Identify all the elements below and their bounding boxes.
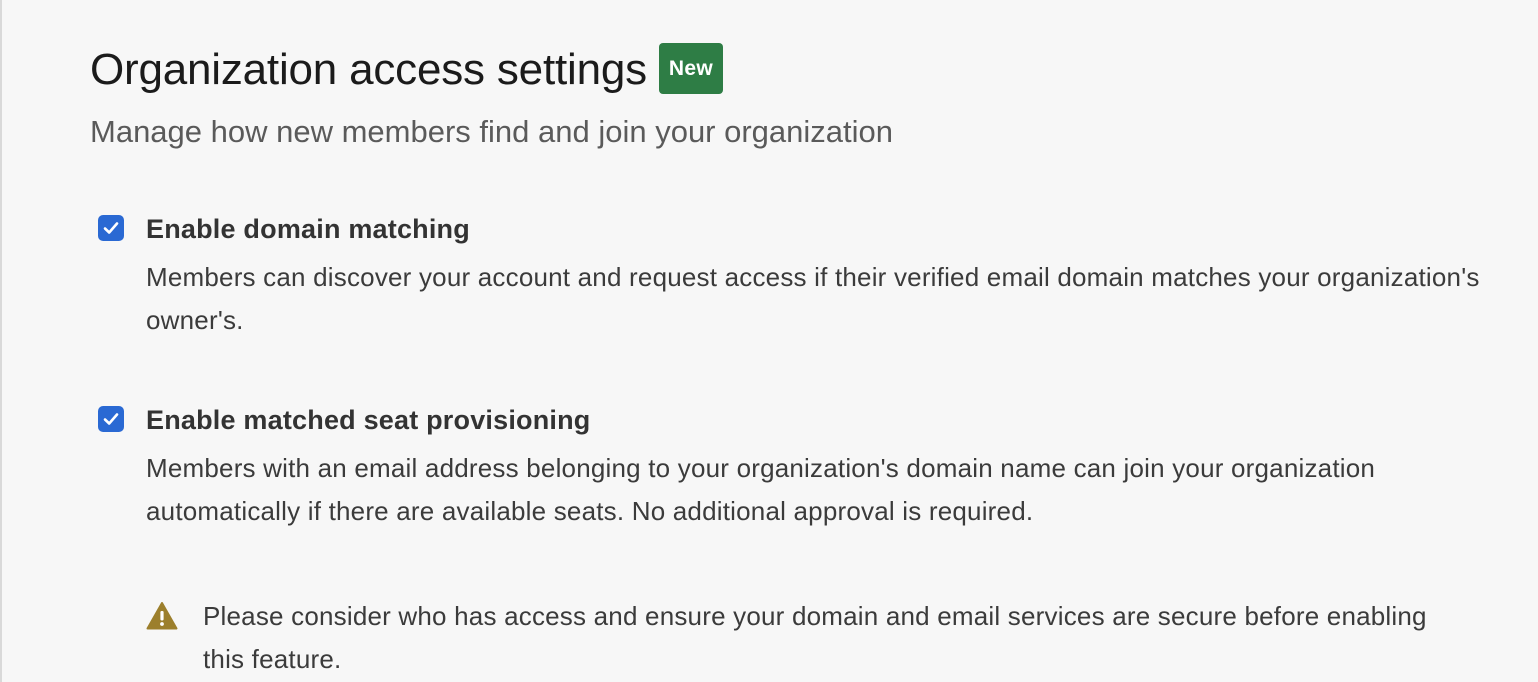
panel-left-border bbox=[0, 0, 2, 682]
seat-provisioning-description: Members with an email address belonging … bbox=[146, 453, 1376, 526]
org-access-settings-panel: Organization access settings New Manage … bbox=[90, 40, 1510, 674]
seat-provisioning-content: Enable matched seat provisioning Members… bbox=[146, 403, 1496, 533]
page-title: Organization access settings bbox=[90, 45, 647, 94]
checkmark-icon bbox=[103, 413, 119, 425]
warning-text: Please consider who has access and ensur… bbox=[203, 601, 1427, 674]
seat-provisioning-label[interactable]: Enable matched seat provisioning bbox=[146, 403, 1496, 437]
title-row: Organization access settings New bbox=[90, 40, 1510, 102]
page-subtitle: Manage how new members find and join you… bbox=[90, 114, 894, 149]
seat-provisioning-checkbox[interactable] bbox=[98, 406, 124, 432]
warning-triangle-icon bbox=[146, 602, 178, 630]
domain-matching-description: Members can discover your account and re… bbox=[146, 262, 1480, 335]
new-badge: New bbox=[658, 43, 723, 94]
domain-matching-checkbox[interactable] bbox=[98, 215, 124, 241]
domain-matching-label[interactable]: Enable domain matching bbox=[146, 212, 1496, 246]
checkmark-icon bbox=[103, 222, 119, 234]
domain-matching-content: Enable domain matching Members can disco… bbox=[146, 212, 1496, 342]
